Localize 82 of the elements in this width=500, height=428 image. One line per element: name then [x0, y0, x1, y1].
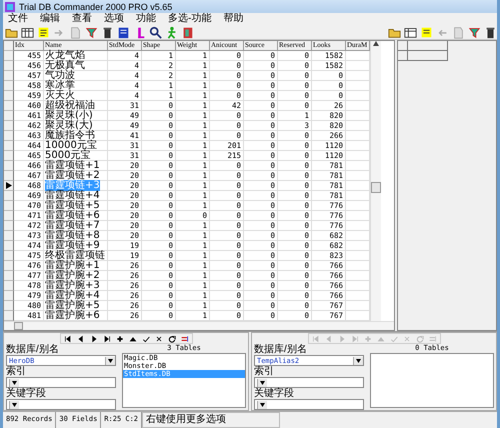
- trash-icon[interactable]: [484, 26, 497, 39]
- grid-cell: [398, 41, 408, 51]
- scroll-thumb[interactable]: [371, 182, 381, 193]
- table-cell: 火龙气焰: [44, 51, 108, 61]
- table-cell: 寒冰掌: [44, 81, 108, 91]
- table-cell: 终极雷霆项链: [44, 251, 108, 261]
- grid-cell: [408, 41, 448, 51]
- table-cell: 雷霆项链+8: [44, 231, 108, 241]
- table-cell: 魔族指令书: [44, 131, 108, 141]
- status-hint: 右键使用更多选项: [142, 412, 280, 428]
- table-cell: 灭天火: [44, 91, 108, 101]
- corner-cell: [4, 41, 14, 51]
- menu-item[interactable]: 功能: [135, 13, 157, 26]
- plus-icon[interactable]: [116, 334, 124, 342]
- menu-item[interactable]: 文件: [7, 13, 29, 26]
- table-cell: 雷霆项链+5: [44, 201, 108, 211]
- table-cell: 雷霆项链+4: [44, 191, 108, 201]
- menu-item[interactable]: 查看: [71, 13, 93, 26]
- grid-cell: [398, 51, 408, 61]
- table-cell: 雷霆护腕+2: [44, 271, 108, 281]
- field-label: 关键字段: [6, 388, 47, 399]
- trash-icon[interactable]: [101, 26, 114, 39]
- page-icon[interactable]: [452, 26, 465, 39]
- table-cell: 雷霆护腕+5: [44, 301, 108, 311]
- table-cell: 雷霆护腕+1: [44, 261, 108, 271]
- table-cell: 5000元宝: [44, 151, 108, 161]
- triangle-icon[interactable]: [128, 334, 136, 342]
- dropdown-arrow-icon[interactable]: [108, 358, 113, 362]
- cross-icon[interactable]: [154, 334, 162, 342]
- table-cell: 雷霆项链+3: [44, 181, 108, 191]
- grid-icon[interactable]: [404, 26, 417, 39]
- dropdown-arrow-icon[interactable]: [12, 402, 17, 406]
- menu-item[interactable]: 选项: [103, 13, 125, 26]
- field-label: 数据库/别名: [254, 344, 308, 355]
- filter-icon[interactable]: [85, 26, 98, 39]
- grid-cell: [408, 51, 448, 61]
- note-icon[interactable]: [37, 26, 50, 39]
- dropdown-arrow-icon[interactable]: [356, 358, 361, 362]
- document-icon[interactable]: [117, 26, 130, 39]
- table-cell: 雷霆护腕+4: [44, 291, 108, 301]
- table-cell: 10000元宝: [44, 141, 108, 151]
- window-title: Trial DB Commander 2000 PRO v5.65: [19, 2, 172, 12]
- table-cell: 雷霆项链+1: [44, 161, 108, 171]
- table-cell: 雷霆护腕+3: [44, 281, 108, 291]
- row-indicator[interactable]: [4, 181, 14, 191]
- field-label: 索引: [6, 366, 27, 377]
- horizontal-scrollbar[interactable]: [4, 321, 394, 330]
- vertical-scrollbar[interactable]: [370, 41, 381, 321]
- filter-icon[interactable]: [468, 26, 481, 39]
- grid-icon[interactable]: [21, 26, 34, 39]
- table-cell: 聚灵珠(小): [44, 111, 108, 121]
- next-icon[interactable]: [90, 334, 98, 342]
- prior-icon[interactable]: [76, 334, 84, 342]
- note-icon[interactable]: [420, 26, 433, 39]
- refresh-icon[interactable]: [168, 334, 176, 342]
- field-label: 数据库/别名: [6, 344, 60, 355]
- table-cell: 气功波: [44, 71, 108, 81]
- check-icon[interactable]: [142, 334, 150, 342]
- table-cell: 无极真气: [44, 61, 108, 71]
- menu-item[interactable]: 多选-功能: [167, 13, 212, 26]
- data-grid[interactable]: [3, 40, 395, 331]
- dropdown-arrow-icon[interactable]: [260, 402, 265, 406]
- scroll-thumb[interactable]: [14, 322, 23, 330]
- menu-item[interactable]: 编辑: [39, 13, 61, 26]
- menu-item[interactable]: 帮助: [222, 13, 244, 26]
- table-cell: 雷霆项链+9: [44, 241, 108, 251]
- page-icon[interactable]: [69, 26, 82, 39]
- scroll-up-icon[interactable]: [373, 41, 379, 46]
- table-cell: 聚灵珠(大): [44, 121, 108, 131]
- last-icon[interactable]: [102, 334, 110, 342]
- table-cell: 超级祝福油: [44, 101, 108, 111]
- field-label: 关键字段: [254, 388, 295, 399]
- tables-list[interactable]: [370, 353, 494, 408]
- first-icon[interactable]: [64, 334, 72, 342]
- sort-icon[interactable]: [180, 334, 188, 342]
- field-label: 索引: [254, 366, 275, 377]
- search-icon[interactable]: [149, 26, 162, 39]
- table-cell: 雷霆项链+7: [44, 221, 108, 231]
- dropdown-arrow-icon[interactable]: [12, 380, 17, 384]
- dropdown-arrow-icon[interactable]: [260, 380, 265, 384]
- app-icon: [5, 2, 15, 12]
- table-cell: 雷霆项链+6: [44, 211, 108, 221]
